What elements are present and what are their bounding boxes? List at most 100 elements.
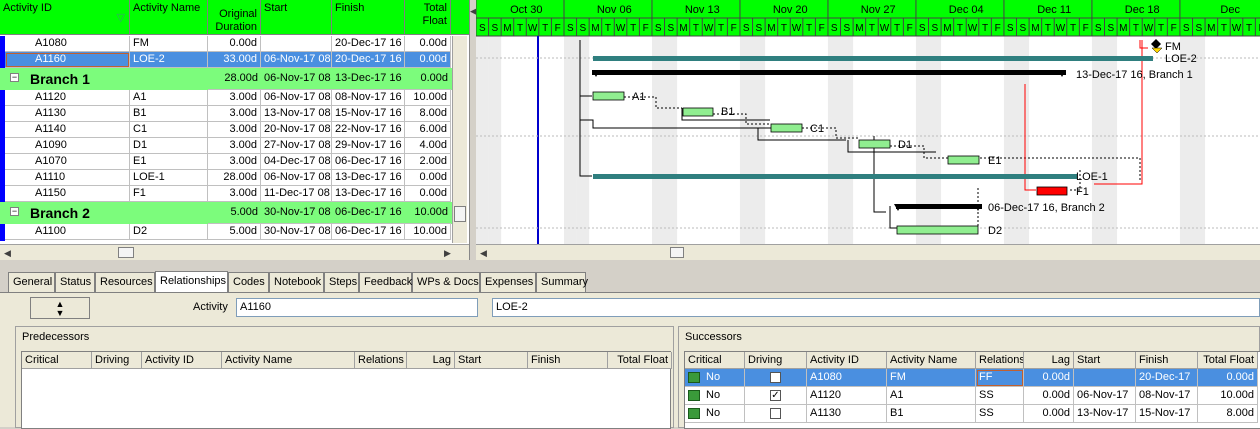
activity-row[interactable]: A1140 C1 3.00d 20-Nov-17 08 22-Nov-17 16 6.00… [0,122,455,138]
driving-checkbox[interactable] [770,407,781,419]
grid-col-critical[interactable]: Critical [685,352,745,369]
col-total-float[interactable]: Total Float [405,0,451,35]
activity-row[interactable]: A1080 FM 0.00d 20-Dec-17 16 0.00d [0,36,455,52]
activity-row[interactable]: A1110 LOE-1 28.00d 06-Nov-17 08 13-Dec-17 16… [0,170,455,186]
day-letter: S [843,23,850,34]
day-letter: S [1095,23,1102,34]
col-finish[interactable]: Finish [332,0,405,35]
cell-dur: 3.00d [208,90,261,106]
weekend-shade [739,36,753,246]
label-e1: E1 [988,155,1001,167]
week-label: Dec 18 [1125,4,1160,16]
activity-name-field[interactable]: LOE-2 [492,298,1260,317]
tab-relationships[interactable]: Relationships [155,271,228,293]
grid-col-relations[interactable]: Relations [976,352,1024,369]
activity-row[interactable]: A1130 B1 3.00d 13-Nov-17 08 15-Nov-17 16 8.00… [0,106,455,122]
cell-critical: No [685,405,745,423]
label-loe-1: LOE-1 [1076,171,1108,183]
scroll-thumb[interactable] [454,206,466,222]
weekend-shade [1104,36,1118,246]
grid-col-finish[interactable]: Finish [1136,352,1198,369]
grid-col-finish[interactable]: Finish [528,352,608,369]
navigate-stepper[interactable]: ▲ ▼ [30,297,90,319]
branch-2-summary-bar [896,204,982,209]
scroll-right-icon[interactable]: ▶ [444,248,451,259]
day-letter: M [503,23,511,34]
grid-col-total-float[interactable]: Total Float [608,352,672,369]
gantt-horizontal-scrollbar[interactable]: ◀ [476,244,1260,260]
week-label: Oct 30 [510,4,542,16]
cell-driving[interactable]: ✓ [745,369,807,387]
day-letter: F [643,23,649,34]
tab-summary[interactable]: Summary [536,272,588,292]
weekend-shade [476,36,489,246]
tab-expenses[interactable]: Expenses [480,272,536,292]
week-label: Nov 13 [685,4,720,16]
activity-row[interactable]: A1160 LOE-2 33.00d 06-Nov-17 08 20-Dec-17 16… [0,52,455,68]
cell-finish: 15-Nov-17 16 [332,106,405,122]
tab-notebook[interactable]: Notebook [269,272,324,292]
tab-wps-docs[interactable]: WPs & Docs [412,272,480,292]
day-letter: M [943,23,951,34]
wbs-group-row[interactable]: − Branch 1 28.00d 06-Nov-17 08 13-Dec-17 16 0… [0,68,455,90]
col-start[interactable]: Start [261,0,332,35]
activity-row[interactable]: A1120 A1 3.00d 06-Nov-17 08 08-Nov-17 16 10.0… [0,90,455,106]
tab-status[interactable]: Status [55,272,95,292]
day-letter: F [819,23,825,34]
driving-checkbox[interactable]: ✓ [770,389,781,401]
tab-codes[interactable]: Codes [228,272,269,292]
col-label: Total Float [422,2,447,27]
grid-col-activity-name[interactable]: Activity Name [887,352,976,369]
table-horizontal-scrollbar[interactable]: ◀ ▶ [0,244,469,260]
cell-dur: 3.00d [208,186,261,202]
scroll-left-icon[interactable]: ◀ [4,248,11,259]
loe-2-bar [593,56,1153,61]
tab-resources[interactable]: Resources [95,272,155,292]
relationships-panel: ▲ ▼ Activity A1160 LOE-2 Predecessors Cri… [0,292,1260,429]
tab-feedback[interactable]: Feedback [359,272,412,292]
cell-start: 27-Nov-17 08 [261,138,332,154]
wbs-group-row[interactable]: − Branch 2 5.00d 30-Nov-17 08 06-Dec-17 16 10… [0,202,455,224]
col-label: Activity ID [3,2,52,14]
activity-row[interactable]: A1100 D2 5.00d 30-Nov-17 08 06-Dec-17 16 10.0… [0,224,455,240]
scroll-thumb[interactable] [118,247,134,258]
activity-row[interactable]: A1150 F1 3.00d 11-Dec-17 08 13-Dec-17 16 0.00… [0,186,455,202]
cell-driving[interactable]: ✓ [745,387,807,405]
activity-id-field[interactable]: A1160 [236,298,478,317]
weekend-shade [664,36,678,246]
collapse-toggle-icon[interactable]: − [10,207,19,216]
table-vertical-scrollbar[interactable] [452,36,467,243]
grid-col-lag[interactable]: Lag [407,352,455,369]
cell-dur: 5.00d [208,202,261,224]
grid-col-start[interactable]: Start [455,352,528,369]
cell-lag: 0.00d [1024,405,1074,423]
grid-col-activity-name[interactable]: Activity Name [222,352,355,369]
cell-name: B1 [130,106,208,122]
col-activity-id[interactable]: Activity ID ▽ [0,0,130,35]
day-letter: S [655,23,662,34]
collapse-toggle-icon[interactable]: − [10,73,19,82]
cell-float: 6.00d [405,122,451,138]
scroll-thumb[interactable] [670,247,684,258]
grid-col-relations[interactable]: Relations [355,352,407,369]
col-original-duration[interactable]: Original Duration [208,0,261,35]
grid-col-critical[interactable]: Critical [22,352,92,369]
tab-general[interactable]: General [8,272,55,292]
cell-float: 8.00d [405,106,451,122]
grid-col-activity-id[interactable]: Activity ID [142,352,222,369]
grid-col-total-float[interactable]: Total Float [1198,352,1258,369]
grid-col-lag[interactable]: Lag [1024,352,1074,369]
scroll-left-icon[interactable]: ◀ [480,248,487,259]
col-activity-name[interactable]: Activity Name [130,0,208,35]
activity-row[interactable]: A1090 D1 3.00d 27-Nov-17 08 29-Nov-17 16 4.00… [0,138,455,154]
cell-driving[interactable] [745,405,807,423]
filter-icon[interactable]: ▽ [117,12,125,25]
grid-col-driving[interactable]: Driving [92,352,142,369]
grid-col-driving[interactable]: Driving [745,352,807,369]
driving-checkbox[interactable]: ✓ [770,371,781,383]
tab-steps[interactable]: Steps [324,272,359,292]
activity-row[interactable]: A1070 E1 3.00d 04-Dec-17 08 06-Dec-17 16 2.00… [0,154,455,170]
grid-col-start[interactable]: Start [1074,352,1136,369]
grid-col-activity-id[interactable]: Activity ID [807,352,887,369]
activity-table: Activity ID ▽ Activity Name Original Dura… [0,0,470,260]
